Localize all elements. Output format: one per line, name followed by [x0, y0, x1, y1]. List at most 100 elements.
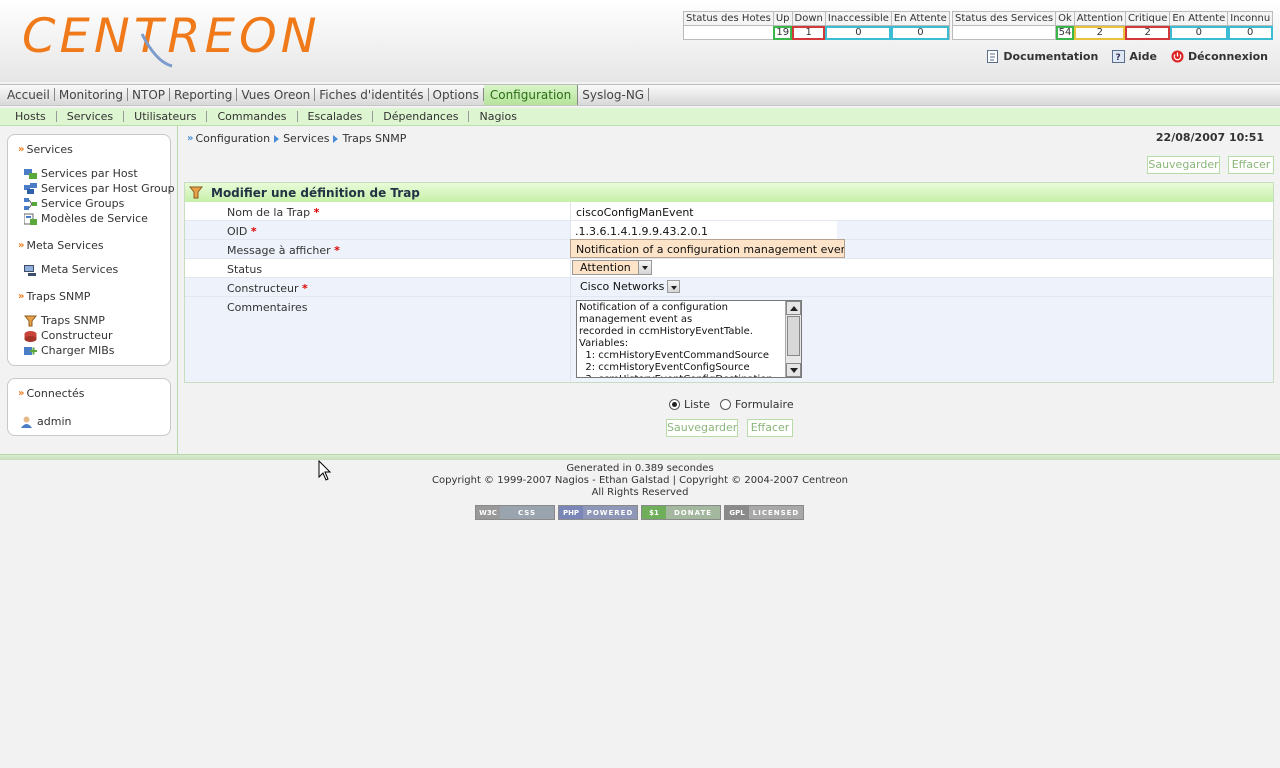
host-status-spacer [683, 25, 774, 40]
sidebar-item-services-by-host[interactable]: Services par Host [24, 167, 138, 180]
form-title: Modifier une définition de Trap [211, 185, 420, 200]
service-status-table: Status des Services Ok Attention Critiqu… [951, 11, 1274, 40]
sidebar-item-label: Modèles de Service [41, 212, 148, 225]
services-host-icon [24, 168, 37, 179]
trap-icon [24, 315, 37, 326]
documentation-link[interactable]: Documentation [986, 50, 1098, 63]
menu-reporting[interactable]: Reporting [170, 88, 238, 101]
meta-services-section-title: » Meta Services [18, 239, 104, 252]
service-status-spacer [951, 25, 1057, 40]
badge-left: GPL [725, 506, 749, 519]
service-templates-icon [24, 213, 37, 225]
host-unreachable-count[interactable]: 0 [824, 25, 892, 40]
header: centreon Status des Hotes Up Down Inacce… [0, 0, 1280, 82]
vendor-label: Constructeur * [227, 282, 308, 295]
host-up-count[interactable]: 19 [772, 25, 793, 40]
breadcrumb-separator-icon [274, 134, 280, 143]
badge-left: PHP [559, 506, 583, 519]
message-label: Message à afficher * [227, 244, 340, 257]
host-pending-header: En Attente [890, 11, 950, 26]
menu-ntop[interactable]: NTOP [128, 88, 171, 101]
host-pending-count[interactable]: 0 [890, 25, 950, 40]
submenu-nagios[interactable]: Nagios [469, 111, 526, 122]
sidebar-item-meta-services[interactable]: Meta Services [24, 263, 118, 276]
sidebar-item-services-by-hostgroup[interactable]: Services par Host Group [24, 182, 175, 195]
service-critical-count[interactable]: 2 [1124, 25, 1171, 40]
centreon-logo[interactable]: centreon [20, 10, 317, 68]
trap-name-value: ciscoConfigManEvent [576, 206, 694, 219]
menu-options[interactable]: Options [429, 88, 484, 101]
scroll-down-icon[interactable] [786, 363, 801, 377]
footer-divider [0, 454, 1280, 460]
service-unknown-count[interactable]: 0 [1227, 25, 1274, 40]
submenu-commandes[interactable]: Commandes [207, 111, 298, 122]
vendor-icon [24, 330, 37, 342]
logout-link[interactable]: Déconnexion [1171, 50, 1268, 63]
value-cell [570, 259, 571, 277]
help-link[interactable]: ? Aide [1112, 50, 1157, 63]
host-down-count[interactable]: 1 [791, 25, 826, 40]
menu-syslog-ng[interactable]: Syslog-NG [578, 88, 650, 101]
menu-monitoring[interactable]: Monitoring [55, 88, 129, 101]
sidebar-item-service-templates[interactable]: Modèles de Service [24, 212, 148, 225]
breadcrumb-services[interactable]: Services [283, 132, 329, 145]
service-warning-count[interactable]: 2 [1073, 25, 1126, 40]
services-nav-box: » Services Services par Host Services pa… [7, 134, 175, 366]
radio-form[interactable] [720, 399, 731, 410]
submenu-escalades[interactable]: Escalades [298, 111, 374, 122]
gpl-licensed-badge[interactable]: GPL LICENSED [724, 505, 804, 520]
footer-badges: W3C CSS PHP POWERED $1 DONATE GPL LICENS… [475, 505, 804, 520]
service-pending-count[interactable]: 0 [1169, 25, 1229, 40]
service-ok-count[interactable]: 54 [1055, 25, 1075, 40]
service-status-header: Status des Services [951, 11, 1057, 26]
menu-vues-oreon[interactable]: Vues Oreon [237, 88, 316, 101]
php-powered-badge[interactable]: PHP POWERED [558, 505, 638, 520]
double-arrow-icon: » [18, 291, 25, 302]
sidebar-item-label: Charger MIBs [41, 344, 115, 357]
status-select[interactable]: Attention [572, 260, 652, 275]
breadcrumb-configuration[interactable]: Configuration [195, 132, 270, 145]
save-button-bottom[interactable]: Sauvegarder [666, 419, 738, 437]
w3c-css-badge[interactable]: W3C CSS [475, 505, 555, 520]
sidebar-item-charger-mibs[interactable]: Charger MIBs [24, 344, 115, 357]
breadcrumb-traps-snmp[interactable]: Traps SNMP [342, 132, 406, 145]
connected-title-label: Connectés [26, 387, 85, 400]
submenu-hosts[interactable]: Hosts [5, 111, 57, 122]
traps-title-label: Traps SNMP [26, 290, 91, 303]
double-arrow-icon: » [18, 144, 25, 155]
sidebar-item-service-groups[interactable]: Service Groups [24, 197, 124, 210]
connected-user-admin[interactable]: admin [20, 415, 71, 428]
sidebar-item-label: Constructeur [41, 329, 113, 342]
user-icon [21, 416, 32, 428]
comments-textarea[interactable]: Notification of a configuration manageme… [576, 300, 802, 378]
comments-scrollbar[interactable] [785, 301, 801, 377]
clear-button-top[interactable]: Effacer [1228, 156, 1274, 174]
sidebar-item-label: Service Groups [41, 197, 125, 210]
scroll-thumb[interactable] [787, 316, 800, 356]
chevron-down-icon [638, 261, 651, 274]
power-icon [1171, 50, 1184, 63]
sidebar-item-traps-snmp[interactable]: Traps SNMP [24, 314, 105, 327]
sidebar-item-label: Services par Host [41, 167, 138, 180]
submenu-services[interactable]: Services [57, 111, 125, 122]
submenu-dependances[interactable]: Dépendances [373, 111, 470, 122]
oid-value: .1.3.6.1.4.1.9.9.43.2.0.1 [575, 225, 708, 238]
scroll-up-icon[interactable] [786, 301, 801, 315]
clear-button-bottom[interactable]: Effacer [747, 419, 793, 437]
donate-badge[interactable]: $1 DONATE [641, 505, 721, 520]
radio-list[interactable] [669, 399, 680, 410]
submenu-utilisateurs[interactable]: Utilisateurs [124, 111, 208, 122]
menu-accueil[interactable]: Accueil [3, 88, 55, 101]
mouse-cursor-icon [318, 460, 332, 481]
vendor-select[interactable]: Cisco Networks [576, 280, 680, 295]
sidebar-item-label: Traps SNMP [41, 314, 105, 327]
value-cell [570, 297, 571, 382]
save-button-top[interactable]: Sauvegarder [1147, 156, 1220, 174]
menu-fiches-identites[interactable]: Fiches d'identités [315, 88, 429, 101]
meta-title-label: Meta Services [26, 239, 104, 252]
menu-configuration[interactable]: Configuration [483, 85, 579, 105]
documentation-label: Documentation [1003, 50, 1099, 63]
sidebar-item-label: Services par Host Group [41, 182, 175, 195]
sidebar-item-constructeur[interactable]: Constructeur [24, 329, 113, 342]
message-input[interactable]: Notification of a configuration manageme… [570, 239, 845, 258]
